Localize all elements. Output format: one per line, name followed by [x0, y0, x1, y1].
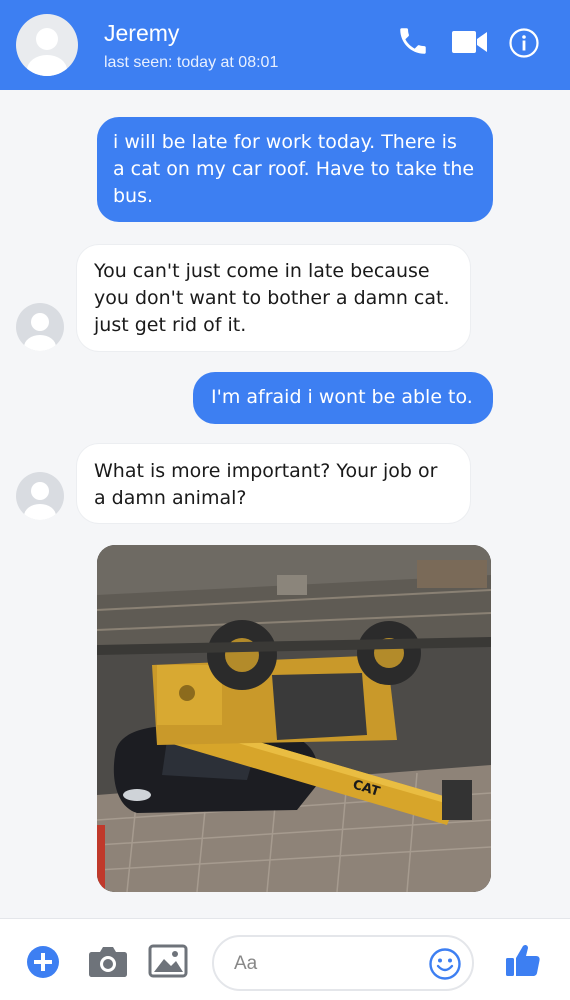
incoming-message[interactable]: What is more important? Your job or a da…	[77, 444, 470, 523]
message-input[interactable]: Aa	[212, 935, 474, 991]
chat-header: Jeremy last seen: today at 08:01	[0, 0, 570, 90]
message-input-placeholder: Aa	[234, 953, 258, 974]
outgoing-message[interactable]: I'm afraid i wont be able to.	[193, 372, 493, 424]
message-text-line: you don't want to bother a damn cat.	[94, 287, 450, 309]
info-icon[interactable]	[508, 27, 540, 63]
video-call-icon[interactable]	[450, 28, 490, 60]
message-text-line: I'm afraid i wont be able to.	[211, 386, 473, 408]
contact-avatar-small[interactable]	[16, 303, 64, 351]
outgoing-message[interactable]: i will be late for work today. There is …	[97, 117, 493, 222]
emoji-icon[interactable]	[428, 947, 462, 985]
message-text-line: just get rid of it.	[94, 314, 247, 336]
default-avatar-icon	[24, 313, 56, 351]
message-text-line: You can't just come in late because	[94, 260, 430, 282]
gallery-icon[interactable]	[148, 944, 188, 982]
plus-icon[interactable]	[26, 945, 60, 983]
message-text-line: a damn animal?	[94, 487, 247, 509]
message-composer-bar: Aa	[0, 918, 570, 1000]
phone-icon[interactable]	[396, 24, 430, 62]
camera-icon[interactable]	[88, 944, 128, 982]
photo-message[interactable]: CAT	[97, 545, 491, 892]
contact-avatar[interactable]	[16, 14, 78, 76]
message-text-line: a cat on my car roof. Have to take the	[113, 158, 475, 180]
message-text-line: What is more important? Your job or	[94, 460, 438, 482]
contact-name[interactable]: Jeremy	[104, 20, 179, 47]
contact-avatar-small[interactable]	[16, 472, 64, 520]
thumbs-up-icon[interactable]	[504, 942, 542, 984]
default-avatar-icon	[24, 482, 56, 520]
last-seen-status: last seen: today at 08:01	[104, 54, 279, 71]
message-text-line: i will be late for work today. There is	[113, 131, 457, 153]
crashed-machine-on-car-image: CAT	[97, 545, 491, 892]
incoming-message[interactable]: You can't just come in late because you …	[77, 245, 470, 351]
message-text-line: bus.	[113, 185, 154, 207]
default-avatar-icon	[27, 28, 67, 76]
